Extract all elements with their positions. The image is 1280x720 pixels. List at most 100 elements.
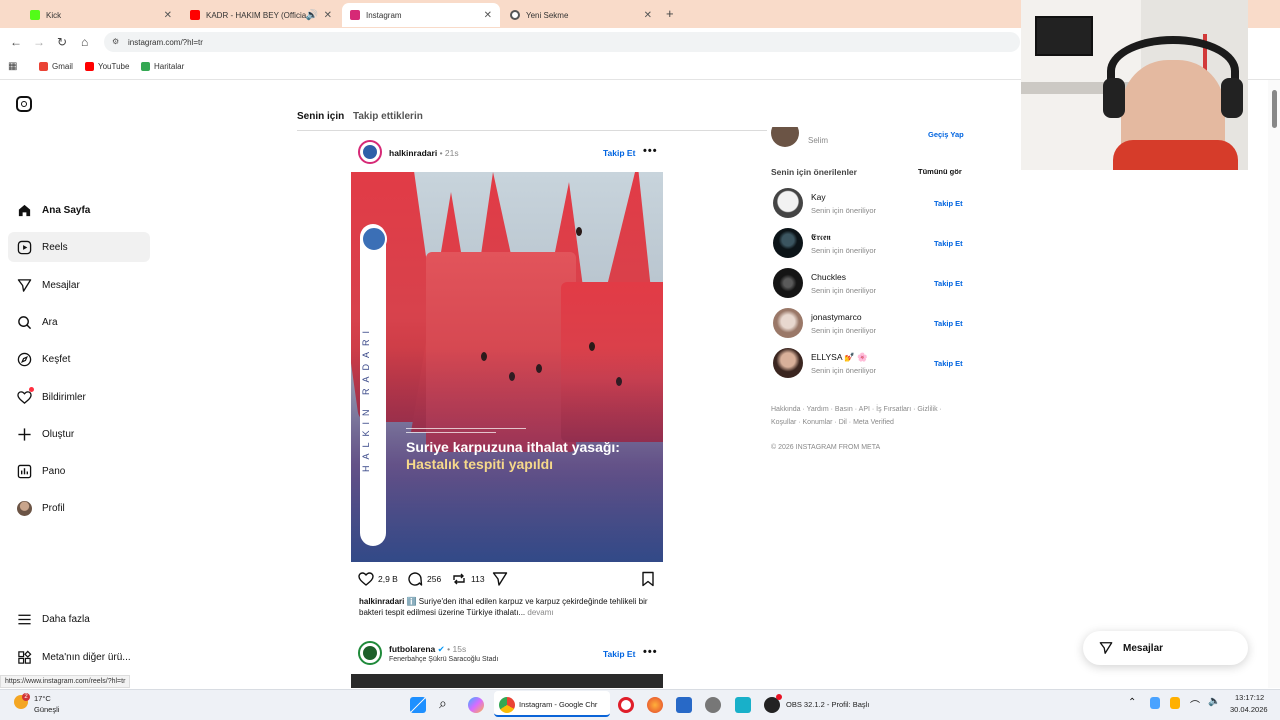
suggestion-subtext: Senin için öneriliyor — [811, 326, 877, 335]
messages-button[interactable]: Mesajlar — [1083, 631, 1248, 665]
tray-app-icon[interactable] — [1150, 697, 1160, 709]
nav-more[interactable]: Daha fazla — [8, 604, 150, 634]
clock-time[interactable]: 13:17:12 — [1235, 693, 1264, 702]
nav-home[interactable]: Ana Sayfa — [8, 195, 150, 225]
firefox-icon[interactable] — [647, 697, 663, 713]
bookmark-maps[interactable]: Haritalar — [141, 62, 184, 71]
tab-instagram[interactable]: Instagram ✕ — [342, 3, 500, 27]
wifi-icon[interactable]: ⌒ — [1190, 697, 1200, 712]
follow-button[interactable]: Takip Et — [934, 319, 963, 328]
chevron-up-icon[interactable]: ⌃ — [1128, 697, 1136, 708]
search-icon[interactable]: ⌕ — [439, 695, 447, 712]
new-tab-button[interactable]: + — [666, 6, 674, 21]
nav-profile[interactable]: Profil — [8, 493, 150, 523]
url-input[interactable]: instagram.com/?hl=tr — [104, 32, 1020, 52]
nav-label: Oluştur — [42, 428, 75, 440]
like-button[interactable]: 2,9 B — [358, 571, 398, 587]
suggestion-name[interactable]: Kay — [811, 192, 826, 202]
back-icon[interactable]: ← — [10, 35, 22, 49]
tab-following[interactable]: Takip ettiklerin — [353, 111, 423, 122]
follow-button[interactable]: Takip Et — [934, 279, 963, 288]
avatar[interactable] — [773, 228, 803, 258]
tab-for-you[interactable]: Senin için — [297, 111, 344, 122]
windows-start-icon[interactable] — [410, 697, 426, 713]
nav-meta-apps[interactable]: Meta'nın diğer ürü... — [8, 642, 150, 672]
scrollbar-thumb[interactable] — [1272, 90, 1277, 128]
nav-messages[interactable]: Mesajlar — [8, 270, 150, 300]
comment-button[interactable]: 256 — [407, 571, 441, 587]
post-avatar[interactable] — [358, 140, 382, 164]
avatar[interactable] — [773, 308, 803, 338]
post-username[interactable]: futbolarena — [389, 644, 435, 654]
current-user-avatar[interactable] — [771, 127, 799, 147]
footer-links[interactable]: Koşullar · Konumlar · Dil · Meta Verifie… — [771, 419, 894, 426]
footer-links[interactable]: Hakkında · Yardım · Basın · API · İş Fır… — [771, 406, 942, 413]
caption-more-link[interactable]: devamı — [527, 608, 553, 617]
opera-icon[interactable] — [618, 697, 634, 713]
bookmark-youtube[interactable]: YouTube — [85, 62, 129, 71]
volume-icon[interactable]: 🔈 — [1208, 696, 1220, 707]
site-info-icon[interactable]: ⚙ — [112, 37, 119, 46]
suggestion-name[interactable]: jonastymarco — [811, 312, 862, 322]
nav-reels[interactable]: Reels — [8, 232, 150, 262]
post-image[interactable] — [351, 674, 663, 688]
forward-icon[interactable]: → — [33, 35, 45, 49]
tray-app-icon[interactable] — [1170, 697, 1180, 709]
apps-grid-icon[interactable]: ▦ — [8, 61, 17, 72]
avatar[interactable] — [773, 268, 803, 298]
settings-icon[interactable] — [705, 697, 721, 713]
suggestion-name[interactable]: ELLYSA 💅 🌸 — [811, 352, 868, 363]
status-url: https://www.instagram.com/reels/?hl=tr — [0, 675, 131, 688]
home-browser-icon[interactable]: ⌂ — [81, 35, 88, 49]
current-user-name: Selim — [808, 136, 829, 145]
save-button[interactable] — [640, 571, 660, 587]
follow-button[interactable]: Takip Et — [603, 649, 635, 659]
more-options-icon[interactable]: ••• — [643, 145, 658, 157]
tab-new[interactable]: Yeni Sekme ✕ — [502, 4, 660, 26]
nav-create[interactable]: Oluştur — [8, 419, 150, 449]
radar-side-text: HALKIN RADARI — [361, 324, 371, 472]
follow-button[interactable]: Takip Et — [934, 199, 963, 208]
suggestion-name[interactable]: Chuckles — [811, 272, 846, 282]
avatar[interactable] — [773, 188, 803, 218]
close-icon[interactable]: ✕ — [484, 10, 492, 21]
tab-kick[interactable]: Kick ✕ — [22, 4, 180, 26]
nav-notifications[interactable]: Bildirimler — [8, 382, 150, 412]
follow-button[interactable]: Takip Et — [934, 359, 963, 368]
suggestion-name[interactable]: 𝕰𝖗𝖈𝖊𝖓 — [811, 232, 831, 243]
tab-youtube[interactable]: KADR - HAKIM BEY (Officia 🔊 ✕ — [182, 4, 340, 26]
see-all-link[interactable]: Tümünü gör — [918, 167, 962, 176]
scrollbar[interactable] — [1268, 80, 1280, 688]
nav-search[interactable]: Ara — [8, 307, 150, 337]
close-icon[interactable]: ✕ — [324, 10, 332, 21]
more-options-icon[interactable]: ••• — [643, 646, 658, 658]
tab-label: Yeni Sekme — [526, 10, 569, 20]
follow-button[interactable]: Takip Et — [934, 239, 963, 248]
follow-button[interactable]: Takip Et — [603, 148, 635, 158]
instagram-logo-icon[interactable] — [16, 96, 32, 112]
store-icon[interactable] — [676, 697, 692, 713]
bookmark-gmail[interactable]: Gmail — [39, 62, 73, 71]
post-username[interactable]: halkinradari — [389, 148, 437, 158]
nav-dashboard[interactable]: Pano — [8, 456, 150, 486]
close-icon[interactable]: ✕ — [164, 10, 172, 21]
copilot-icon[interactable] — [468, 697, 484, 713]
post-avatar[interactable] — [358, 641, 382, 665]
repost-button[interactable]: 113 — [451, 571, 485, 587]
weather-label: Güneşli — [34, 705, 60, 714]
post-location[interactable]: Fenerbahçe Şükrü Saracoğlu Stadı — [389, 656, 498, 663]
speaker-icon[interactable]: 🔊 — [306, 10, 318, 21]
caption-username[interactable]: halkinradari — [359, 597, 404, 606]
suggestion-subtext: Senin için öneriliyor — [811, 286, 877, 295]
avatar[interactable] — [773, 348, 803, 378]
post-image[interactable]: HALKIN RADARI Suriye karpuzuna ithalat y… — [351, 172, 663, 562]
close-icon[interactable]: ✕ — [644, 10, 652, 21]
share-button[interactable] — [492, 571, 512, 587]
app-icon[interactable] — [735, 697, 751, 713]
reload-icon[interactable]: ↻ — [57, 35, 67, 49]
clock-date[interactable]: 30.04.2026 — [1230, 705, 1268, 714]
nav-label: Bildirimler — [42, 391, 86, 403]
switch-account-link[interactable]: Geçiş Yap — [928, 130, 964, 139]
nav-explore[interactable]: Keşfet — [8, 344, 150, 374]
taskbar-obs-label[interactable]: OBS 32.1.2 - Profil: Başlı — [786, 700, 869, 709]
